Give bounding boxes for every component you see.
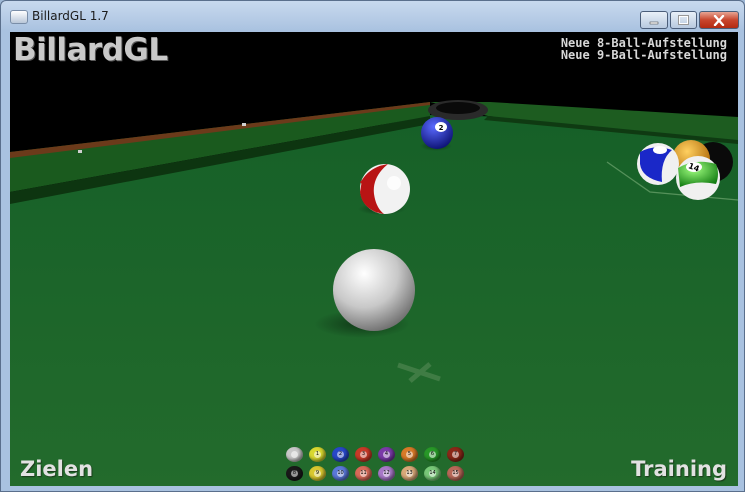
tray-ball[interactable]: 11 — [355, 466, 372, 481]
tray-ball[interactable]: 15 — [447, 466, 464, 481]
ball-2 — [421, 117, 453, 149]
close-button[interactable] — [699, 11, 739, 29]
tray-ball-label: 9 — [314, 470, 321, 477]
close-icon — [700, 12, 738, 28]
tray-ball-label: 15 — [452, 470, 459, 477]
ball-tray: 1 2 3 4 5 6 7 8 9 10 11 12 13 14 15 — [286, 447, 466, 483]
tray-ball[interactable]: 14 — [424, 466, 441, 481]
tray-ball[interactable]: 5 — [401, 447, 418, 462]
tray-ball[interactable]: 12 — [378, 466, 395, 481]
tray-ball[interactable]: 6 — [424, 447, 441, 462]
cue-ball — [333, 249, 415, 331]
tray-ball[interactable]: 4 — [378, 447, 395, 462]
game-viewport[interactable]: 2 14 BillardGL Neue 8-Ball-Aufstellung N… — [10, 32, 738, 486]
tray-ball-label: 10 — [337, 470, 344, 477]
new-9-ball-rack-button[interactable]: Neue 9-Ball-Aufstellung — [561, 49, 727, 62]
tray-ball-label: 7 — [452, 451, 459, 458]
tray-ball-label: 5 — [406, 451, 413, 458]
tray-ball[interactable]: 10 — [332, 466, 349, 481]
tray-ball-label: 1 — [314, 451, 321, 458]
training-mode-button[interactable]: Training — [631, 457, 727, 481]
game-logo: BillardGL — [13, 32, 168, 68]
pool-table-scene: 2 14 — [10, 100, 738, 486]
tray-ball[interactable]: 3 — [355, 447, 372, 462]
app-icon[interactable] — [10, 10, 28, 24]
tray-ball[interactable]: 8 — [286, 466, 303, 481]
tray-ball-label: 13 — [406, 470, 413, 477]
maximize-button[interactable] — [670, 11, 697, 29]
maximize-icon — [671, 12, 696, 28]
tray-ball-label: 11 — [360, 470, 367, 477]
tray-ball-label: 8 — [291, 470, 298, 477]
app-window: BillardGL 1.7 2 14 BillardGL Neue 8-Ball… — [0, 0, 745, 492]
tray-ball[interactable]: 13 — [401, 466, 418, 481]
window-title: BillardGL 1.7 — [32, 9, 109, 23]
tray-ball[interactable]: 2 — [332, 447, 349, 462]
tray-ball[interactable]: 1 — [309, 447, 326, 462]
tray-ball-label: 12 — [383, 470, 390, 477]
aim-mode-button[interactable]: Zielen — [20, 457, 93, 481]
tray-ball-label: 3 — [360, 451, 367, 458]
tray-ball-label — [291, 451, 298, 458]
tray-ball[interactable] — [286, 447, 303, 462]
rail-diamond — [242, 123, 246, 126]
svg-text:2: 2 — [439, 124, 444, 132]
tray-ball-label: 4 — [383, 451, 390, 458]
tray-ball-label: 2 — [337, 451, 344, 458]
tray-ball-label: 14 — [429, 470, 436, 477]
title-bar[interactable]: BillardGL 1.7 — [1, 1, 744, 31]
tray-ball[interactable]: 9 — [309, 466, 326, 481]
tray-ball-label: 6 — [429, 451, 436, 458]
minimize-icon — [641, 12, 667, 28]
rail-diamond — [78, 150, 82, 153]
minimize-button[interactable] — [640, 11, 668, 29]
tray-ball[interactable]: 7 — [447, 447, 464, 462]
